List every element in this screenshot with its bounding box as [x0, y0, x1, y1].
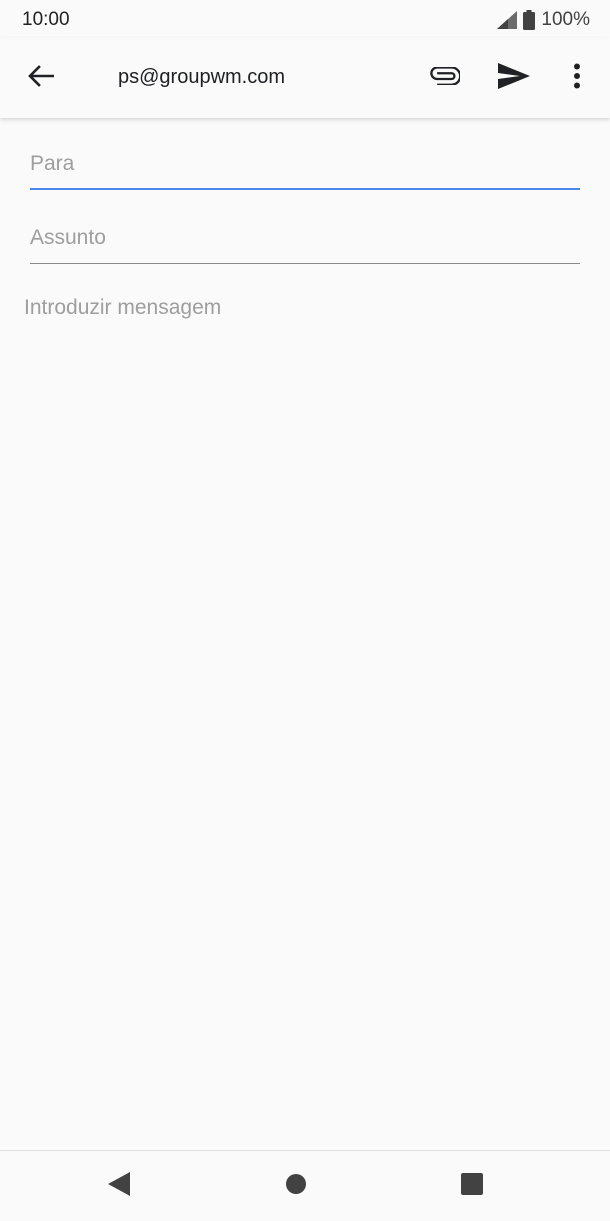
- more-options-button[interactable]: [553, 54, 601, 102]
- status-time: 10:00: [22, 9, 70, 30]
- status-bar: 10:00 100%: [0, 0, 610, 38]
- triangle-back-icon: [108, 1171, 130, 1201]
- battery-level: 100%: [541, 9, 590, 30]
- subject-field-underline: [30, 263, 580, 264]
- to-input[interactable]: [30, 142, 580, 186]
- nav-home-button[interactable]: [271, 1161, 321, 1211]
- battery-icon: [523, 10, 536, 30]
- send-icon: [498, 62, 530, 94]
- back-button[interactable]: [17, 54, 65, 102]
- to-field: [30, 142, 580, 190]
- send-button[interactable]: [490, 54, 538, 102]
- nav-recents-button[interactable]: [447, 1161, 497, 1211]
- more-vert-icon: [573, 63, 581, 94]
- navigation-bar: [0, 1150, 610, 1221]
- to-field-underline: [30, 188, 580, 190]
- subject-field: [30, 216, 580, 264]
- from-account[interactable]: ps@groupwm.com: [118, 66, 285, 89]
- message-body-input[interactable]: [24, 296, 586, 1126]
- paperclip-icon: [428, 65, 462, 90]
- circle-home-icon: [285, 1173, 307, 1200]
- status-icons: 100%: [497, 9, 590, 31]
- app-bar: ps@groupwm.com: [0, 38, 610, 118]
- square-recents-icon: [461, 1172, 483, 1200]
- subject-input[interactable]: [30, 216, 580, 260]
- arrow-back-icon: [28, 64, 55, 92]
- signal-icon: [497, 11, 518, 29]
- nav-back-button[interactable]: [94, 1161, 144, 1211]
- attach-button[interactable]: [420, 54, 468, 102]
